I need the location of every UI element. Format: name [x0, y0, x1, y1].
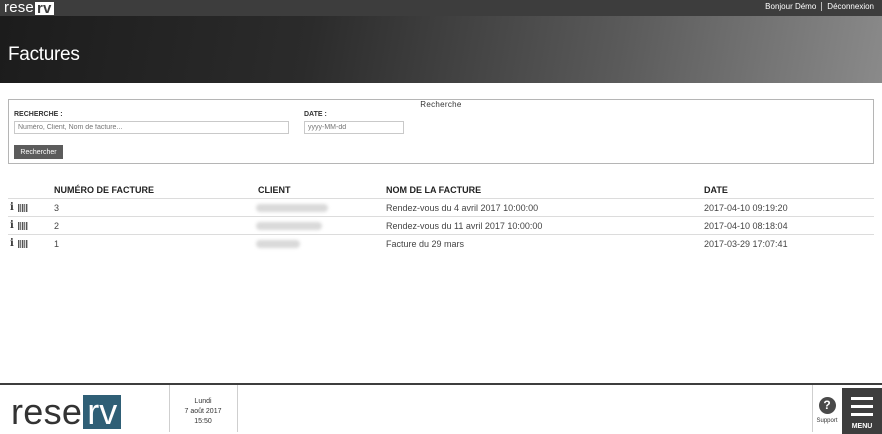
- hamburger-menu-icon: [851, 397, 873, 400]
- info-icon[interactable]: i: [10, 220, 14, 231]
- menu-label: MENU: [851, 423, 873, 430]
- table-row[interactable]: i 2 Rendez-vous du 11 avril 2017 10:00:0…: [8, 216, 874, 234]
- invoice-table: NUMÉRO DE FACTURE CLIENT NOM DE LA FACTU…: [8, 182, 874, 252]
- barcode-icon[interactable]: [18, 204, 28, 212]
- invoice-date: 2017-04-10 09:19:20: [704, 203, 788, 213]
- logo-text-rese: rese: [4, 0, 34, 16]
- page-title: Factures: [8, 44, 80, 65]
- search-date-label: DATE :: [304, 111, 327, 118]
- link-separator: [821, 2, 823, 11]
- table-header: NUMÉRO DE FACTURE CLIENT NOM DE LA FACTU…: [8, 182, 874, 198]
- logo-large-text-rese: rese: [11, 391, 83, 432]
- logout-link[interactable]: Déconnexion: [827, 2, 874, 11]
- support-label: Support: [816, 418, 838, 424]
- day-label: Lundi: [194, 398, 212, 405]
- client-name-redacted: [256, 240, 300, 248]
- table-row[interactable]: i 3 Rendez-vous du 4 avril 2017 10:00:00…: [8, 198, 874, 216]
- info-icon[interactable]: i: [10, 238, 14, 249]
- page-header: Factures: [0, 16, 882, 83]
- invoice-number: 2: [54, 221, 60, 231]
- menu-button[interactable]: MENU: [842, 388, 882, 434]
- logo-text-rv: rv: [34, 0, 54, 17]
- logo-large[interactable]: rese rv: [11, 391, 122, 432]
- invoice-date: 2017-04-10 08:18:04: [704, 221, 788, 231]
- invoice-number: 1: [54, 239, 60, 249]
- invoice-number: 3: [54, 203, 60, 213]
- invoice-date: 2017-03-29 17:07:41: [704, 239, 788, 249]
- invoice-name: Rendez-vous du 4 avril 2017 10:00:00: [386, 203, 539, 213]
- search-legend: Recherche: [9, 94, 873, 112]
- footer-bar: rese rv Lundi 7 août 2017 15:50 ? Support…: [0, 383, 882, 434]
- user-links: Bonjour Démo Déconnexion: [765, 2, 874, 11]
- footer-divider: [237, 385, 238, 432]
- logo-large-text-rv: rv: [83, 394, 122, 430]
- column-header-date[interactable]: DATE: [704, 185, 728, 195]
- invoice-name: Facture du 29 mars: [386, 239, 465, 249]
- logo-small[interactable]: rese rv: [4, 0, 54, 17]
- search-legend-text: Recherche: [417, 100, 465, 109]
- date-label: 7 août 2017: [184, 408, 222, 415]
- top-bar: rese rv Bonjour Démo Déconnexion: [0, 0, 882, 16]
- search-date-input[interactable]: [304, 121, 404, 134]
- info-icon[interactable]: i: [10, 202, 14, 213]
- column-header-client[interactable]: CLIENT: [258, 185, 291, 195]
- help-icon: ?: [818, 397, 836, 414]
- greeting-link[interactable]: Bonjour Démo: [765, 2, 816, 11]
- column-header-number[interactable]: NUMÉRO DE FACTURE: [54, 185, 154, 195]
- column-header-name[interactable]: NOM DE LA FACTURE: [386, 185, 481, 195]
- hamburger-menu-icon-bar: [851, 413, 873, 416]
- time-label: 15:50: [194, 418, 212, 425]
- search-query-label: RECHERCHE :: [14, 111, 63, 118]
- search-fieldset: Recherche RECHERCHE : DATE : Rechercher: [8, 99, 874, 164]
- hamburger-menu-icon-bar: [851, 405, 873, 408]
- date-time-display: Lundi 7 août 2017 15:50: [170, 397, 236, 427]
- client-name-redacted: [256, 204, 328, 212]
- invoice-name: Rendez-vous du 11 avril 2017 10:00:00: [386, 221, 543, 231]
- client-name-redacted: [256, 222, 322, 230]
- search-button[interactable]: Rechercher: [14, 145, 63, 159]
- barcode-icon[interactable]: [18, 222, 28, 230]
- barcode-icon[interactable]: [18, 240, 28, 248]
- table-row[interactable]: i 1 Facture du 29 mars 2017-03-29 17:07:…: [8, 234, 874, 252]
- search-query-input[interactable]: [14, 121, 289, 134]
- support-button[interactable]: ? Support: [813, 397, 841, 424]
